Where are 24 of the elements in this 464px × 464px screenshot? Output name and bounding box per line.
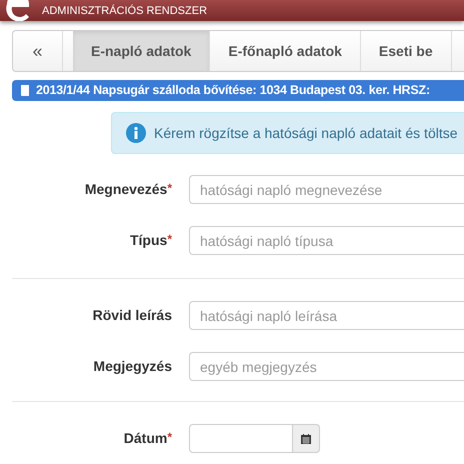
book-icon bbox=[20, 84, 30, 97]
calendar-icon bbox=[301, 434, 311, 444]
info-message: Kérem rögzítse a hatósági napló adatait és töltse bbox=[154, 124, 458, 143]
nav-tab[interactable]: E-főnapló adatok bbox=[210, 31, 361, 71]
text-input[interactable]: hatósági napló típusa bbox=[189, 226, 464, 255]
field-label: Megnevezés bbox=[84, 180, 168, 199]
field-label: Dátum bbox=[124, 429, 168, 448]
field-label: Megjegyzés bbox=[93, 357, 172, 376]
field-label: Rövid leírás bbox=[92, 306, 172, 325]
required-asterisk: * bbox=[167, 180, 172, 197]
info-icon bbox=[126, 123, 146, 143]
back-tab[interactable]: « bbox=[13, 31, 63, 71]
calendar-button[interactable] bbox=[293, 424, 320, 453]
text-input[interactable]: egyéb megjegyzés bbox=[189, 352, 464, 381]
nav-tab[interactable]: Eseti be bbox=[360, 31, 452, 71]
text-input[interactable]: hatósági napló megnevezése bbox=[189, 175, 464, 204]
nav-tab[interactable]: E-napló adatok bbox=[73, 31, 210, 71]
text-input[interactable]: hatósági napló leírása bbox=[189, 301, 464, 330]
field-label: Típus bbox=[130, 231, 168, 250]
header-subtitle: ADMINISZTRÁCIÓS RENDSZER bbox=[42, 4, 208, 18]
required-asterisk: * bbox=[167, 429, 172, 446]
required-asterisk: * bbox=[167, 231, 172, 248]
date-input[interactable] bbox=[189, 424, 293, 453]
project-title: 2013/1/44 Napsugár szálloda bővítése: 1034 Budapest 03. ker. HRSZ: bbox=[36, 82, 430, 100]
